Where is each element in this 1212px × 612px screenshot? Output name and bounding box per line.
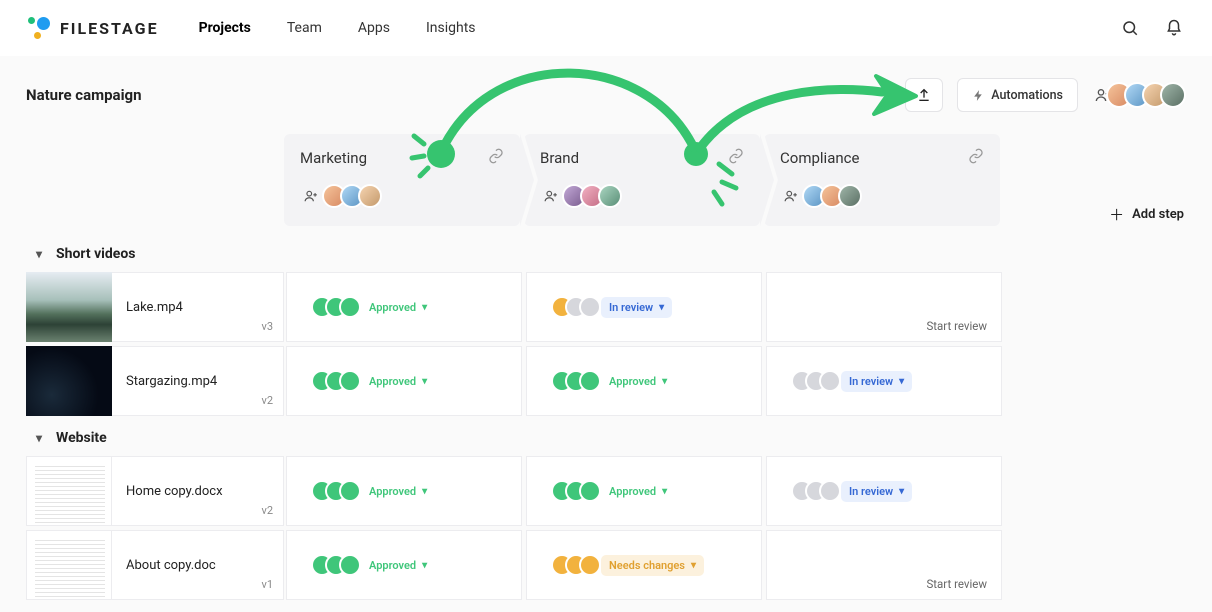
- plus-icon: ＋: [1109, 204, 1124, 225]
- file-row-lake: Lake.mp4 v3 Approved▾ In review▾ Start r…: [26, 272, 1186, 342]
- status-cell[interactable]: Approved▾: [526, 456, 762, 526]
- file-info[interactable]: About copy.doc v1: [112, 530, 284, 600]
- file-thumb[interactable]: [26, 530, 112, 600]
- project-actions: Automations: [905, 78, 1186, 112]
- status-cell[interactable]: Approved▾: [286, 456, 522, 526]
- section-website[interactable]: ▾ Website: [26, 420, 1186, 456]
- start-review-link[interactable]: Start review: [926, 319, 987, 333]
- search-icon[interactable]: [1120, 18, 1140, 38]
- file-info[interactable]: Lake.mp4 v3: [112, 272, 284, 342]
- avatar: [1160, 82, 1186, 108]
- avatar: [838, 184, 862, 208]
- start-review-link[interactable]: Start review: [926, 577, 987, 591]
- project-header: Nature campaign Automations: [26, 74, 1186, 116]
- add-person-icon[interactable]: [540, 185, 562, 207]
- status-cell[interactable]: Approved▾: [286, 346, 522, 416]
- status-in-review[interactable]: In review▾: [601, 297, 672, 318]
- chevron-down-icon: ▾: [36, 431, 42, 445]
- status-approved[interactable]: Approved▾: [361, 555, 435, 576]
- file-row-aboutcopy: About copy.doc v1 Approved▾ Needs change…: [26, 530, 1186, 600]
- file-row-stargazing: Stargazing.mp4 v2 Approved▾ Approved▾ In…: [26, 346, 1186, 416]
- status-needs-changes[interactable]: Needs changes▾: [601, 555, 704, 576]
- link-icon[interactable]: [488, 148, 504, 168]
- logo-mark-icon: [28, 17, 50, 39]
- file-info[interactable]: Home copy.docx v2: [112, 456, 284, 526]
- automations-button[interactable]: Automations: [957, 78, 1078, 112]
- chevron-down-icon: ▾: [36, 247, 42, 261]
- status-cell[interactable]: In review▾: [766, 456, 1002, 526]
- status-approved[interactable]: Approved▾: [601, 481, 675, 502]
- top-bar: FILESTAGE Projects Team Apps Insights: [0, 0, 1212, 56]
- link-icon[interactable]: [728, 148, 744, 168]
- file-row-homecopy: Home copy.docx v2 Approved▾ Approved▾ In…: [26, 456, 1186, 526]
- status-approved[interactable]: Approved▾: [361, 297, 435, 318]
- status-approved[interactable]: Approved▾: [601, 371, 675, 392]
- avatar: [358, 184, 382, 208]
- steps-header: Marketing Brand: [284, 134, 1000, 226]
- project-title: Nature campaign: [26, 86, 142, 104]
- step-compliance[interactable]: Compliance: [764, 134, 1000, 226]
- status-cell[interactable]: In review▾: [526, 272, 762, 342]
- file-thumb[interactable]: [26, 272, 112, 342]
- link-icon[interactable]: [968, 148, 984, 168]
- nav-projects[interactable]: Projects: [199, 20, 251, 36]
- status-in-review[interactable]: In review▾: [841, 481, 912, 502]
- status-cell[interactable]: In review▾: [766, 346, 1002, 416]
- main-nav: Projects Team Apps Insights: [199, 20, 476, 36]
- automations-label: Automations: [991, 88, 1063, 103]
- file-thumb[interactable]: [26, 456, 112, 526]
- file-info[interactable]: Stargazing.mp4 v2: [112, 346, 284, 416]
- avatar: [598, 184, 622, 208]
- add-step-button[interactable]: ＋ Add step: [1109, 204, 1184, 225]
- status-cell[interactable]: Needs changes▾: [526, 530, 762, 600]
- logo[interactable]: FILESTAGE: [28, 17, 159, 39]
- file-thumb[interactable]: [26, 346, 112, 416]
- status-cell[interactable]: Approved▾: [286, 530, 522, 600]
- add-person-icon[interactable]: [300, 185, 322, 207]
- nav-team[interactable]: Team: [287, 20, 322, 36]
- bell-icon[interactable]: [1164, 18, 1184, 38]
- brand-name: FILESTAGE: [60, 19, 159, 38]
- nav-insights[interactable]: Insights: [426, 20, 476, 36]
- step-brand[interactable]: Brand: [524, 134, 760, 226]
- top-actions: [1120, 18, 1184, 38]
- upload-button[interactable]: [905, 78, 943, 112]
- section-short-videos[interactable]: ▾ Short videos: [26, 236, 1186, 272]
- status-cell[interactable]: Approved▾: [286, 272, 522, 342]
- step-marketing[interactable]: Marketing: [284, 134, 520, 226]
- status-approved[interactable]: Approved▾: [361, 371, 435, 392]
- nav-apps[interactable]: Apps: [358, 20, 390, 36]
- status-approved[interactable]: Approved▾: [361, 481, 435, 502]
- status-cell[interactable]: Approved▾: [526, 346, 762, 416]
- content-area: Nature campaign Automations ＋ Add step: [0, 56, 1212, 612]
- status-in-review[interactable]: In review▾: [841, 371, 912, 392]
- add-person-icon[interactable]: [780, 185, 802, 207]
- status-cell[interactable]: Start review: [766, 530, 1002, 600]
- project-members[interactable]: [1092, 82, 1186, 108]
- status-cell[interactable]: Start review: [766, 272, 1002, 342]
